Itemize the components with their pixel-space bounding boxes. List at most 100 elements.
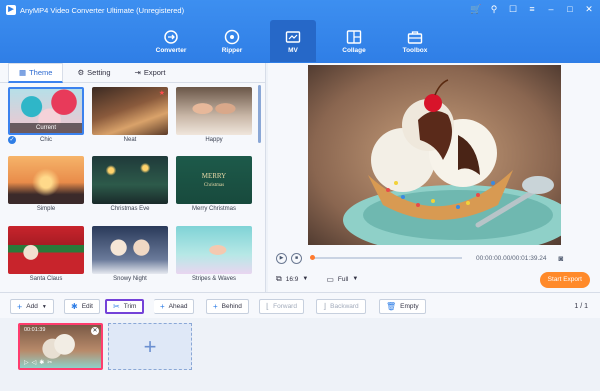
start-export-button[interactable]: Start Export: [539, 272, 590, 288]
clip-duration: 00:01:39: [24, 327, 46, 333]
theme-name-neat: Neat: [92, 135, 168, 146]
theme-item-neat[interactable]: ★ Neat: [92, 87, 168, 152]
theme-item-chic[interactable]: Current ✓ Chic: [8, 87, 84, 152]
theme-grid: Current ✓ Chic ★ Neat Happy Simple Chris…: [8, 87, 256, 291]
theme-item-christmas-eve[interactable]: Christmas Eve: [92, 156, 168, 221]
theme-label: Simple: [36, 206, 56, 213]
trim-button[interactable]: ✂ Trim: [105, 299, 145, 314]
theme-label: Christmas Eve: [110, 206, 150, 213]
theme-thumbnail[interactable]: [8, 225, 84, 274]
theme-name-santa-claus: Santa Claus: [8, 274, 84, 285]
nav-toolbox[interactable]: Toolbox: [392, 20, 438, 62]
nav-toolbox-label: Toolbox: [402, 46, 428, 54]
nav-collage[interactable]: Collage: [331, 20, 377, 62]
export-icon: ⇥: [134, 68, 141, 77]
aspect-ratio-value[interactable]: 16:9: [286, 276, 299, 283]
volume-icon[interactable]: ◁: [32, 359, 37, 366]
top-bar: ▶ AnyMP4 Video Converter Ultimate (Unreg…: [0, 0, 600, 63]
wand-icon: ✱: [71, 302, 78, 311]
theme-thumbnail[interactable]: Current: [8, 87, 84, 135]
nav-mv-label: MV: [288, 46, 298, 54]
theme-thumbnail[interactable]: ★: [92, 87, 168, 135]
theme-name-stripes-waves: Stripes & Waves: [176, 274, 252, 285]
account-icon[interactable]: ⚲: [489, 4, 499, 15]
current-badge: Current: [10, 123, 82, 133]
toolbox-icon: [407, 30, 423, 44]
theme-label: Santa Claus: [29, 275, 63, 282]
theme-thumbnail[interactable]: [92, 225, 168, 274]
play-icon[interactable]: ▶: [276, 252, 287, 264]
nav-collage-label: Collage: [342, 46, 366, 54]
theme-thumbnail[interactable]: [8, 156, 84, 205]
chat-icon[interactable]: ☐: [508, 4, 518, 15]
theme-label: Happy: [205, 137, 223, 143]
theme-thumbnail[interactable]: [176, 225, 252, 274]
empty-label: Empty: [400, 303, 419, 310]
app-logo: ▶: [6, 5, 16, 15]
scissors-icon: ✂: [113, 302, 120, 311]
add-label: Add: [26, 303, 38, 310]
stop-icon[interactable]: ■: [291, 252, 302, 264]
tab-setting[interactable]: ⚙ Setting: [67, 64, 120, 81]
trim-label: Trim: [123, 303, 137, 310]
close-icon[interactable]: ✕: [91, 327, 99, 335]
fit-mode-value[interactable]: Full: [338, 276, 348, 283]
add-button[interactable]: + Add ▼: [10, 299, 54, 314]
theme-item-simple[interactable]: Simple: [8, 156, 84, 221]
theme-item-merry-christmas[interactable]: MERRY Christmas Merry Christmas: [176, 156, 252, 221]
svg-text:MERRY: MERRY: [202, 172, 227, 180]
ripper-icon: [224, 29, 240, 44]
forward-icon: ⌊: [266, 302, 270, 311]
nav-converter-label: Converter: [155, 46, 187, 54]
main-nav: Converter Ripper MV Collage Toolbox: [148, 20, 438, 62]
theme-label: Chic: [39, 137, 52, 143]
close-icon[interactable]: ✕: [584, 4, 594, 15]
edit-button[interactable]: ✱ Edit: [64, 299, 100, 314]
tab-export-label: Export: [143, 68, 166, 77]
theme-item-stripes-waves[interactable]: Stripes & Waves: [176, 225, 252, 291]
chevron-down-icon[interactable]: ▼: [352, 276, 358, 282]
monitor-icon: ▭: [326, 274, 334, 284]
aspect-ratio-icon: ⧉: [276, 274, 282, 283]
edit-label: Edit: [81, 303, 93, 310]
chevron-down-icon[interactable]: ▼: [302, 276, 308, 282]
nav-mv[interactable]: MV: [270, 20, 316, 62]
minimize-icon[interactable]: –: [546, 4, 556, 15]
ahead-button[interactable]: + Ahead: [154, 299, 195, 314]
preview-panel: ▶ ■ 00:00:00.00/00:01:39.24 ◙ ⧉ 16:9 ▼ ▭…: [268, 63, 600, 292]
theme-item-happy[interactable]: Happy: [176, 87, 252, 152]
trash-icon: 🗑: [386, 302, 397, 311]
theme-scrollbar[interactable]: [258, 85, 261, 143]
behind-button[interactable]: + Behind: [206, 299, 249, 314]
theme-thumbnail[interactable]: MERRY Christmas: [176, 156, 252, 205]
theme-item-santa-claus[interactable]: Santa Claus: [8, 225, 84, 291]
effect-icon[interactable]: ✱: [39, 359, 44, 366]
theme-thumbnail[interactable]: [176, 87, 252, 135]
collage-icon: [346, 29, 362, 44]
add-clip-button[interactable]: +: [108, 323, 192, 370]
menu-icon[interactable]: ≡: [527, 4, 537, 15]
progress-handle[interactable]: [310, 255, 315, 260]
maximize-icon[interactable]: □: [565, 4, 575, 15]
play-icon[interactable]: ▷: [24, 359, 29, 366]
progress-bar[interactable]: [310, 255, 462, 260]
nav-converter[interactable]: Converter: [148, 20, 194, 62]
scissors-icon[interactable]: ✂: [47, 359, 52, 366]
favorite-icon[interactable]: ★: [159, 89, 165, 97]
tab-export[interactable]: ⇥ Export: [125, 64, 176, 81]
camera-icon[interactable]: ◙: [558, 254, 563, 263]
behind-icon: +: [213, 302, 218, 311]
cart-icon[interactable]: 🛒: [470, 4, 481, 15]
preview-image: [308, 65, 561, 245]
clip-thumbnail[interactable]: 00:01:39 ✕ ▷ ◁ ✱ ✂: [18, 323, 103, 370]
video-preview[interactable]: [308, 65, 561, 245]
forward-button[interactable]: ⌊ Forward: [259, 299, 304, 314]
empty-button[interactable]: 🗑 Empty: [379, 299, 426, 314]
theme-thumbnail[interactable]: [92, 156, 168, 205]
theme-item-snowy-night[interactable]: Snowy Night: [92, 225, 168, 291]
clip-strip: 00:01:39 ✕ ▷ ◁ ✱ ✂ +: [0, 318, 600, 391]
backward-button[interactable]: ⌋ Backward: [316, 299, 366, 314]
tab-theme[interactable]: ▦ Theme: [8, 62, 64, 83]
gear-icon: ⚙: [77, 68, 85, 77]
nav-ripper[interactable]: Ripper: [209, 20, 255, 62]
